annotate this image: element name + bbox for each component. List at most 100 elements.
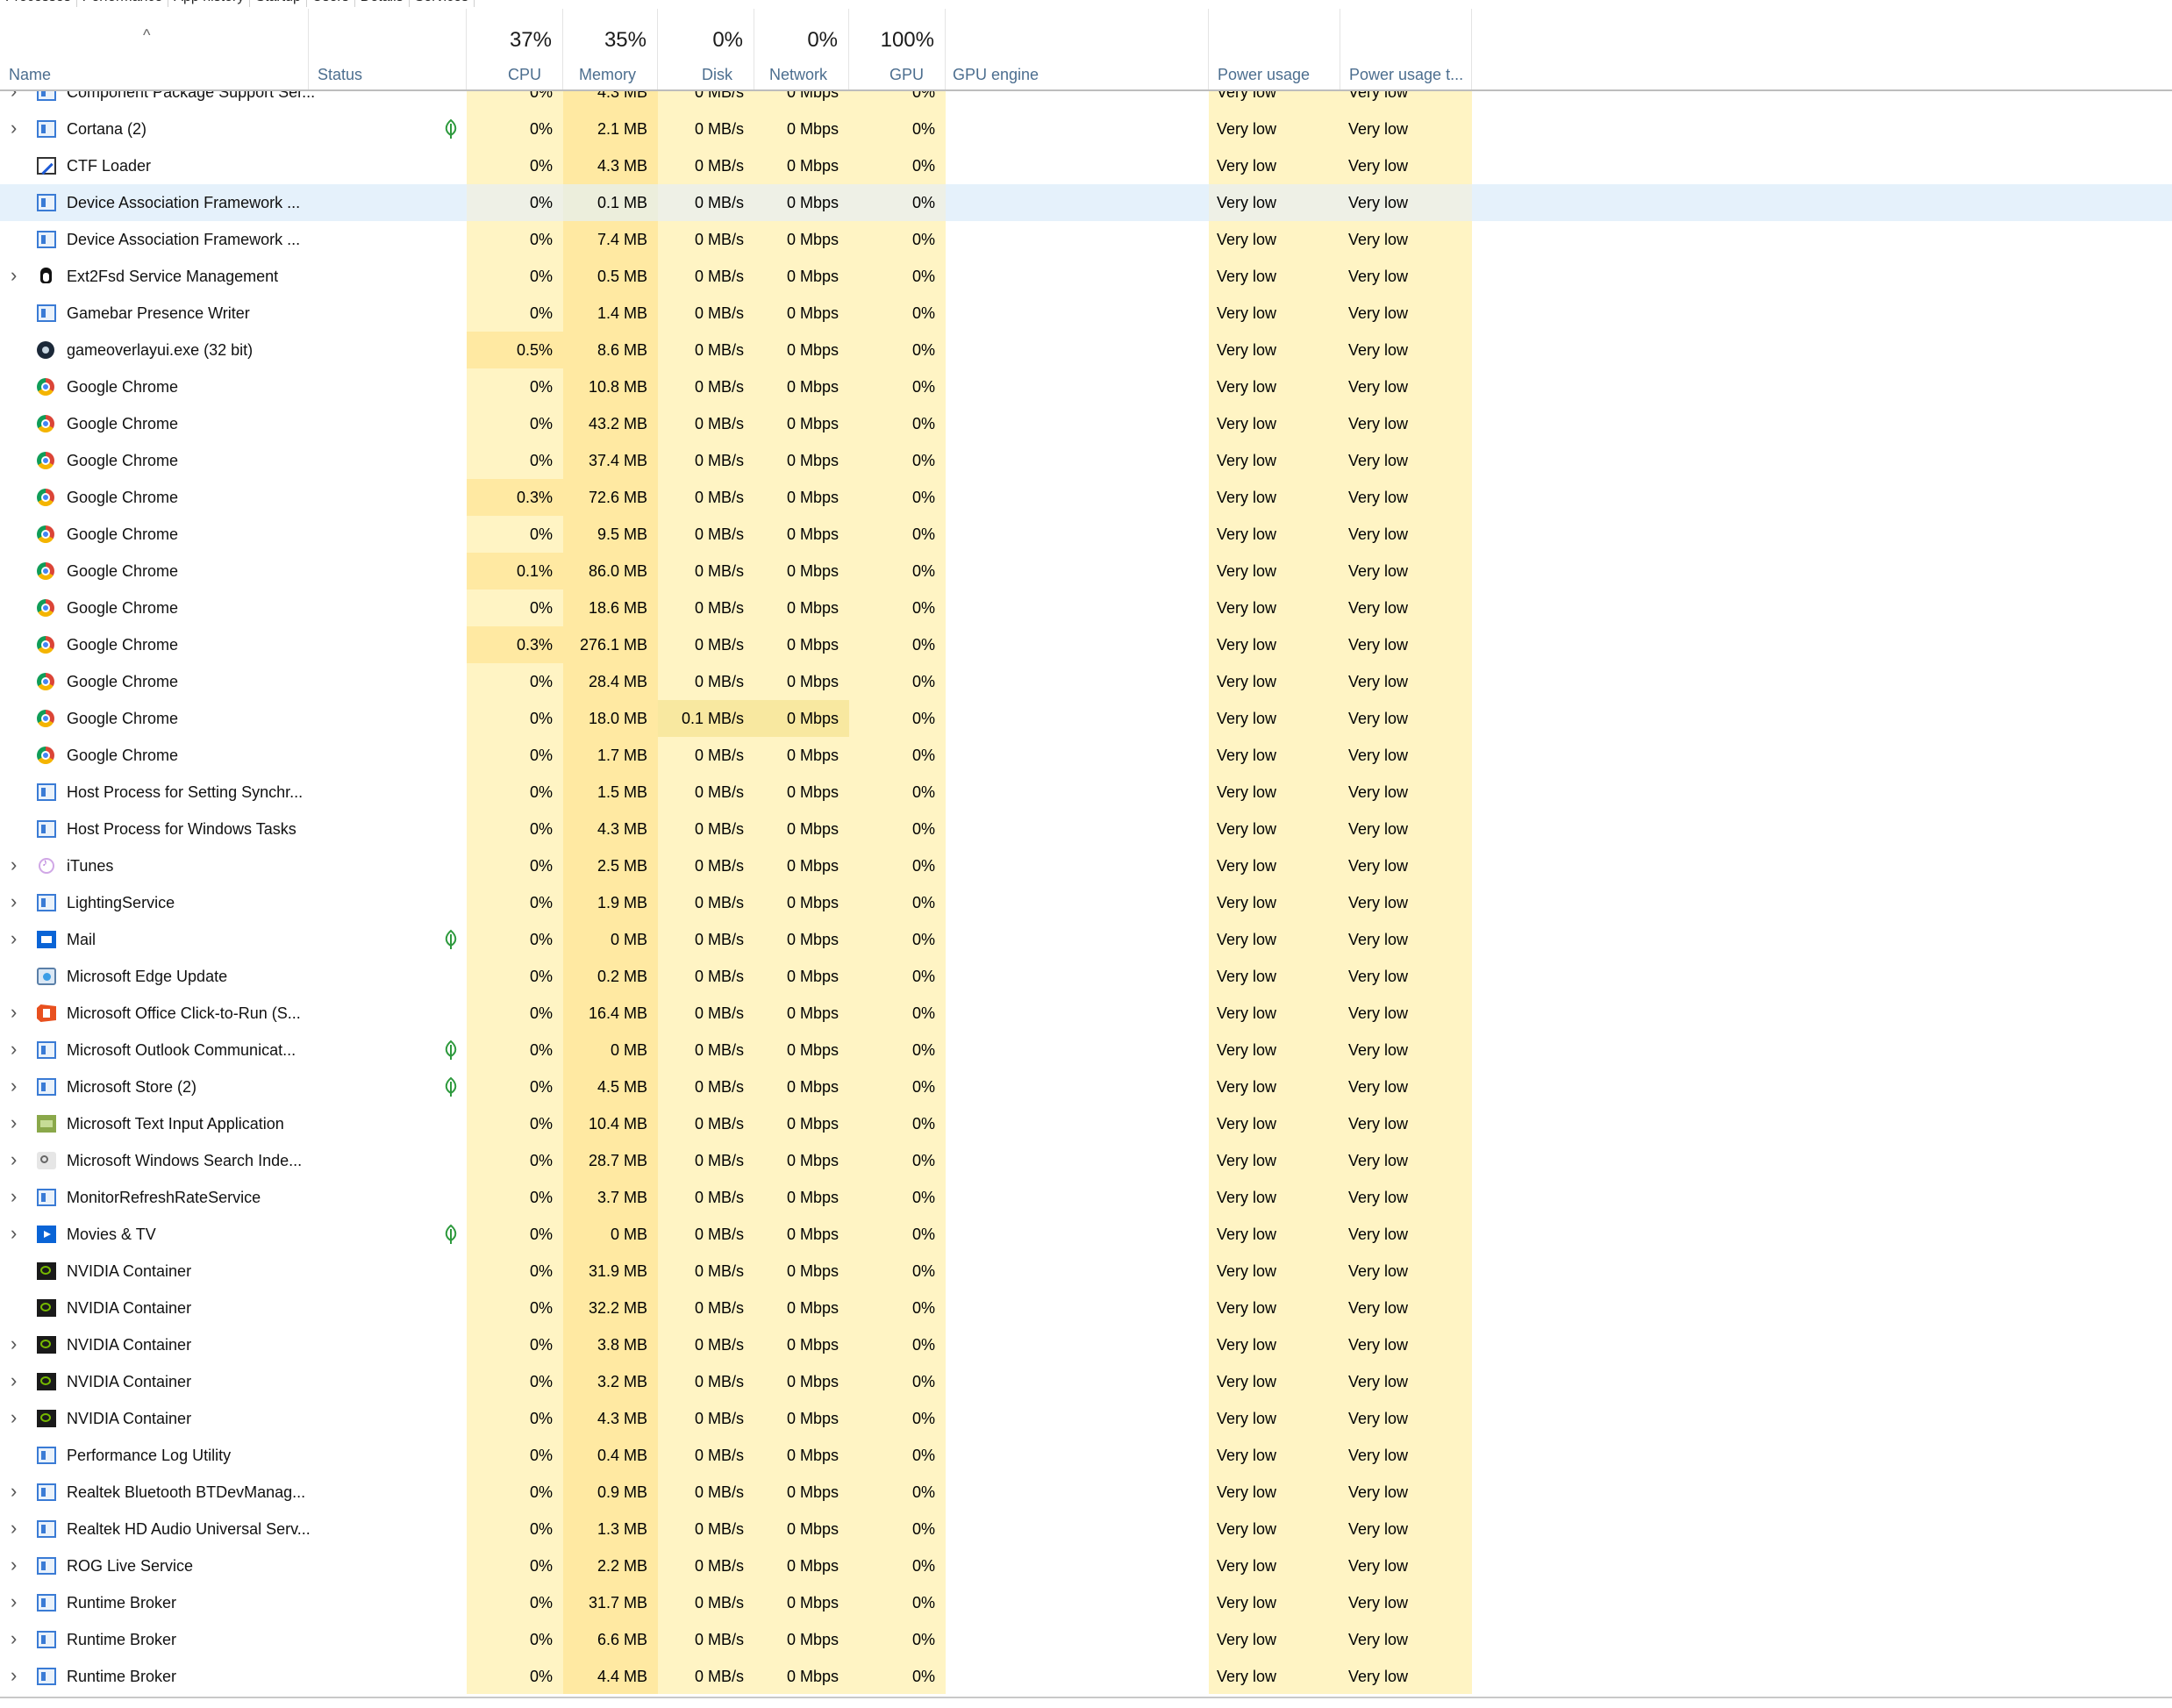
process-row[interactable]: › Mail 0% 0 MB 0 MB/s 0 Mbps 0% Very low Very lo… <box>0 921 2172 958</box>
expand-chevron-icon[interactable]: › <box>11 1547 25 1584</box>
process-row[interactable]: NVIDIA Container 0% 32.2 MB 0 MB/s 0 Mbps 0% V… <box>0 1290 2172 1326</box>
memory-value: 3.7 MB <box>563 1179 658 1216</box>
expand-chevron-icon[interactable]: › <box>11 1511 25 1547</box>
process-row[interactable]: › Ext2Fsd Service Management 0% 0.5 MB 0 MB/… <box>0 258 2172 295</box>
process-row[interactable]: › ROG Live Service 0% 2.2 MB 0 MB/s 0 Mbps 0% V… <box>0 1547 2172 1584</box>
process-row[interactable]: › Microsoft Office Click-to-Run (S... 0% 16… <box>0 995 2172 1032</box>
power-usage-column-header[interactable]: Power usage <box>1209 9 1340 89</box>
power-usage-trend-column-header[interactable]: Power usage t... <box>1340 9 1472 89</box>
process-row[interactable]: › LightingService 0% 1.9 MB 0 MB/s 0 Mbps 0% Ve… <box>0 884 2172 921</box>
tab-services[interactable]: Services <box>410 0 475 7</box>
expand-chevron-icon[interactable]: › <box>11 1621 25 1658</box>
process-row[interactable]: Google Chrome 0% 18.0 MB 0.1 MB/s 0 Mbps 0% Ve… <box>0 700 2172 737</box>
process-row-partial[interactable]: › Component Package Support Ser... 0% 4.… <box>0 91 2172 111</box>
gpu-engine-value <box>946 91 1209 111</box>
process-row[interactable]: › Realtek HD Audio Universal Serv... 0% 1.3… <box>0 1511 2172 1547</box>
process-row[interactable]: › Realtek Bluetooth BTDevManag... 0% 0.9 MB… <box>0 1474 2172 1511</box>
process-row[interactable]: Performance Log Utility 0% 0.4 MB 0 MB/s 0 M… <box>0 1437 2172 1474</box>
gpu-engine-value <box>946 700 1209 737</box>
process-row[interactable]: Host Process for Windows Tasks 0% 4.3 MB 0 … <box>0 811 2172 847</box>
gpu-column-header[interactable]: 100% GPU <box>849 9 946 89</box>
network-value: 0 Mbps <box>754 332 849 368</box>
gpu-value: 0% <box>849 1326 946 1363</box>
process-row[interactable]: Device Association Framework ... 0% 0.1 MB… <box>0 184 2172 221</box>
process-row[interactable]: Google Chrome 0% 28.4 MB 0 MB/s 0 Mbps 0% Very… <box>0 663 2172 700</box>
process-row[interactable]: Microsoft Edge Update 0% 0.2 MB 0 MB/s 0 Mbp… <box>0 958 2172 995</box>
process-row[interactable]: CTF Loader 0% 4.3 MB 0 MB/s 0 Mbps 0% Very low… <box>0 147 2172 184</box>
cpu-column-header[interactable]: 37% CPU <box>467 9 563 89</box>
tab-processes[interactable]: Processes <box>0 0 77 7</box>
expand-chevron-icon[interactable]: › <box>11 111 25 147</box>
process-row[interactable]: › Microsoft Outlook Communicat... 0% 0 MB 0 … <box>0 1032 2172 1068</box>
memory-value: 0 MB <box>563 921 658 958</box>
tab-startup[interactable]: Startup <box>250 0 307 7</box>
status-column-header[interactable]: Status <box>309 9 467 89</box>
cpu-value: 0% <box>467 442 563 479</box>
process-row[interactable]: › Microsoft Windows Search Inde... 0% 28.7 … <box>0 1142 2172 1179</box>
expand-chevron-icon[interactable]: › <box>11 91 25 111</box>
process-row[interactable]: › MonitorRefreshRateService 0% 3.7 MB 0 MB/s… <box>0 1179 2172 1216</box>
process-row[interactable]: Google Chrome 0% 1.7 MB 0 MB/s 0 Mbps 0% Very … <box>0 737 2172 774</box>
gpu-engine-value <box>946 258 1209 295</box>
expand-chevron-icon[interactable]: › <box>11 995 25 1032</box>
power-usage-value: Very low <box>1209 1658 1340 1694</box>
expand-chevron-icon[interactable]: › <box>11 1105 25 1142</box>
expand-chevron-icon[interactable]: › <box>11 1400 25 1437</box>
process-row[interactable]: Device Association Framework ... 0% 7.4 MB… <box>0 221 2172 258</box>
expand-chevron-icon[interactable]: › <box>11 884 25 921</box>
process-row[interactable]: Google Chrome 0% 37.4 MB 0 MB/s 0 Mbps 0% Very… <box>0 442 2172 479</box>
disk-column-header[interactable]: 0% Disk <box>658 9 754 89</box>
movies-icon <box>37 1226 56 1243</box>
process-row[interactable]: › NVIDIA Container 0% 3.8 MB 0 MB/s 0 Mbps 0% V… <box>0 1326 2172 1363</box>
gpu-value: 0% <box>849 700 946 737</box>
process-row[interactable]: › Movies & TV 0% 0 MB 0 MB/s 0 Mbps 0% Very low… <box>0 1216 2172 1253</box>
process-row[interactable]: › Microsoft Store (2) 0% 4.5 MB 0 MB/s 0 Mbps… <box>0 1068 2172 1105</box>
expand-chevron-icon[interactable]: › <box>11 1068 25 1105</box>
process-row[interactable]: NVIDIA Container 0% 31.9 MB 0 MB/s 0 Mbps 0% V… <box>0 1253 2172 1290</box>
process-row[interactable]: Host Process for Setting Synchr... 0% 1.5 … <box>0 774 2172 811</box>
memory-column-header[interactable]: 35% Memory <box>563 9 658 89</box>
process-name: Microsoft Store (2) <box>67 1078 197 1096</box>
expand-chevron-icon[interactable]: › <box>11 1032 25 1068</box>
process-row[interactable]: › Cortana (2) 0% 2.1 MB 0 MB/s 0 Mbps 0% Very l… <box>0 111 2172 147</box>
network-value: 0 Mbps <box>754 1547 849 1584</box>
expand-chevron-icon[interactable]: › <box>11 921 25 958</box>
process-row[interactable]: Google Chrome 0% 10.8 MB 0 MB/s 0 Mbps 0% Very… <box>0 368 2172 405</box>
expand-chevron-icon[interactable]: › <box>11 1326 25 1363</box>
process-row[interactable]: Google Chrome 0.3% 72.6 MB 0 MB/s 0 Mbps 0% Ve… <box>0 479 2172 516</box>
process-row[interactable]: Google Chrome 0% 9.5 MB 0 MB/s 0 Mbps 0% Very … <box>0 516 2172 553</box>
process-row[interactable]: Google Chrome 0.1% 86.0 MB 0 MB/s 0 Mbps 0% Ve… <box>0 553 2172 590</box>
process-row[interactable]: › NVIDIA Container 0% 4.3 MB 0 MB/s 0 Mbps 0% V… <box>0 1400 2172 1437</box>
tab-details[interactable]: Details <box>355 0 410 7</box>
process-list[interactable]: › Component Package Support Ser... 0% 4.… <box>0 91 2172 1694</box>
name-column-header[interactable]: ^ Name <box>0 9 309 89</box>
expand-chevron-icon[interactable]: › <box>11 1474 25 1511</box>
process-name: Performance Log Utility <box>67 1447 232 1464</box>
process-row[interactable]: › Runtime Broker 0% 4.4 MB 0 MB/s 0 Mbps 0% Ver… <box>0 1658 2172 1694</box>
gpu-engine-value <box>946 1547 1209 1584</box>
expand-chevron-icon[interactable]: › <box>11 1216 25 1253</box>
process-row[interactable]: gameoverlayui.exe (32 bit) 0.5% 8.6 MB 0 MB… <box>0 332 2172 368</box>
expand-chevron-icon[interactable]: › <box>11 1142 25 1179</box>
process-row[interactable]: ›iTunes0%2.5 MB0 MB/s0 Mbps0%Very lowVer… <box>0 847 2172 884</box>
expand-chevron-icon[interactable]: › <box>11 1584 25 1621</box>
process-row[interactable]: Google Chrome 0.3% 276.1 MB 0 MB/s 0 Mbps 0% V… <box>0 626 2172 663</box>
tab-performance[interactable]: Performance <box>77 0 169 7</box>
gpu-engine-column-header[interactable]: GPU engine <box>946 9 1209 89</box>
process-row[interactable]: › Runtime Broker 0% 31.7 MB 0 MB/s 0 Mbps 0% Ve… <box>0 1584 2172 1621</box>
expand-chevron-icon[interactable]: › <box>11 1658 25 1694</box>
expand-chevron-icon[interactable]: › <box>11 1363 25 1400</box>
process-row[interactable]: Google Chrome 0% 43.2 MB 0 MB/s 0 Mbps 0% Very… <box>0 405 2172 442</box>
network-column-header[interactable]: 0% Network <box>754 9 849 89</box>
process-row[interactable]: › Runtime Broker 0% 6.6 MB 0 MB/s 0 Mbps 0% Ver… <box>0 1621 2172 1658</box>
process-row[interactable]: Google Chrome 0% 18.6 MB 0 MB/s 0 Mbps 0% Very… <box>0 590 2172 626</box>
expand-chevron-icon[interactable]: › <box>11 1179 25 1216</box>
process-row[interactable]: Gamebar Presence Writer 0% 1.4 MB 0 MB/s 0 M… <box>0 295 2172 332</box>
tab-app-history[interactable]: App history <box>168 0 251 7</box>
cpu-value: 0% <box>467 921 563 958</box>
expand-chevron-icon[interactable]: › <box>11 847 25 884</box>
tab-users[interactable]: Users <box>307 0 355 7</box>
expand-chevron-icon[interactable]: › <box>11 258 25 295</box>
process-row[interactable]: › Microsoft Text Input Application 0% 10.4 … <box>0 1105 2172 1142</box>
process-row[interactable]: › NVIDIA Container 0% 3.2 MB 0 MB/s 0 Mbps 0% V… <box>0 1363 2172 1400</box>
